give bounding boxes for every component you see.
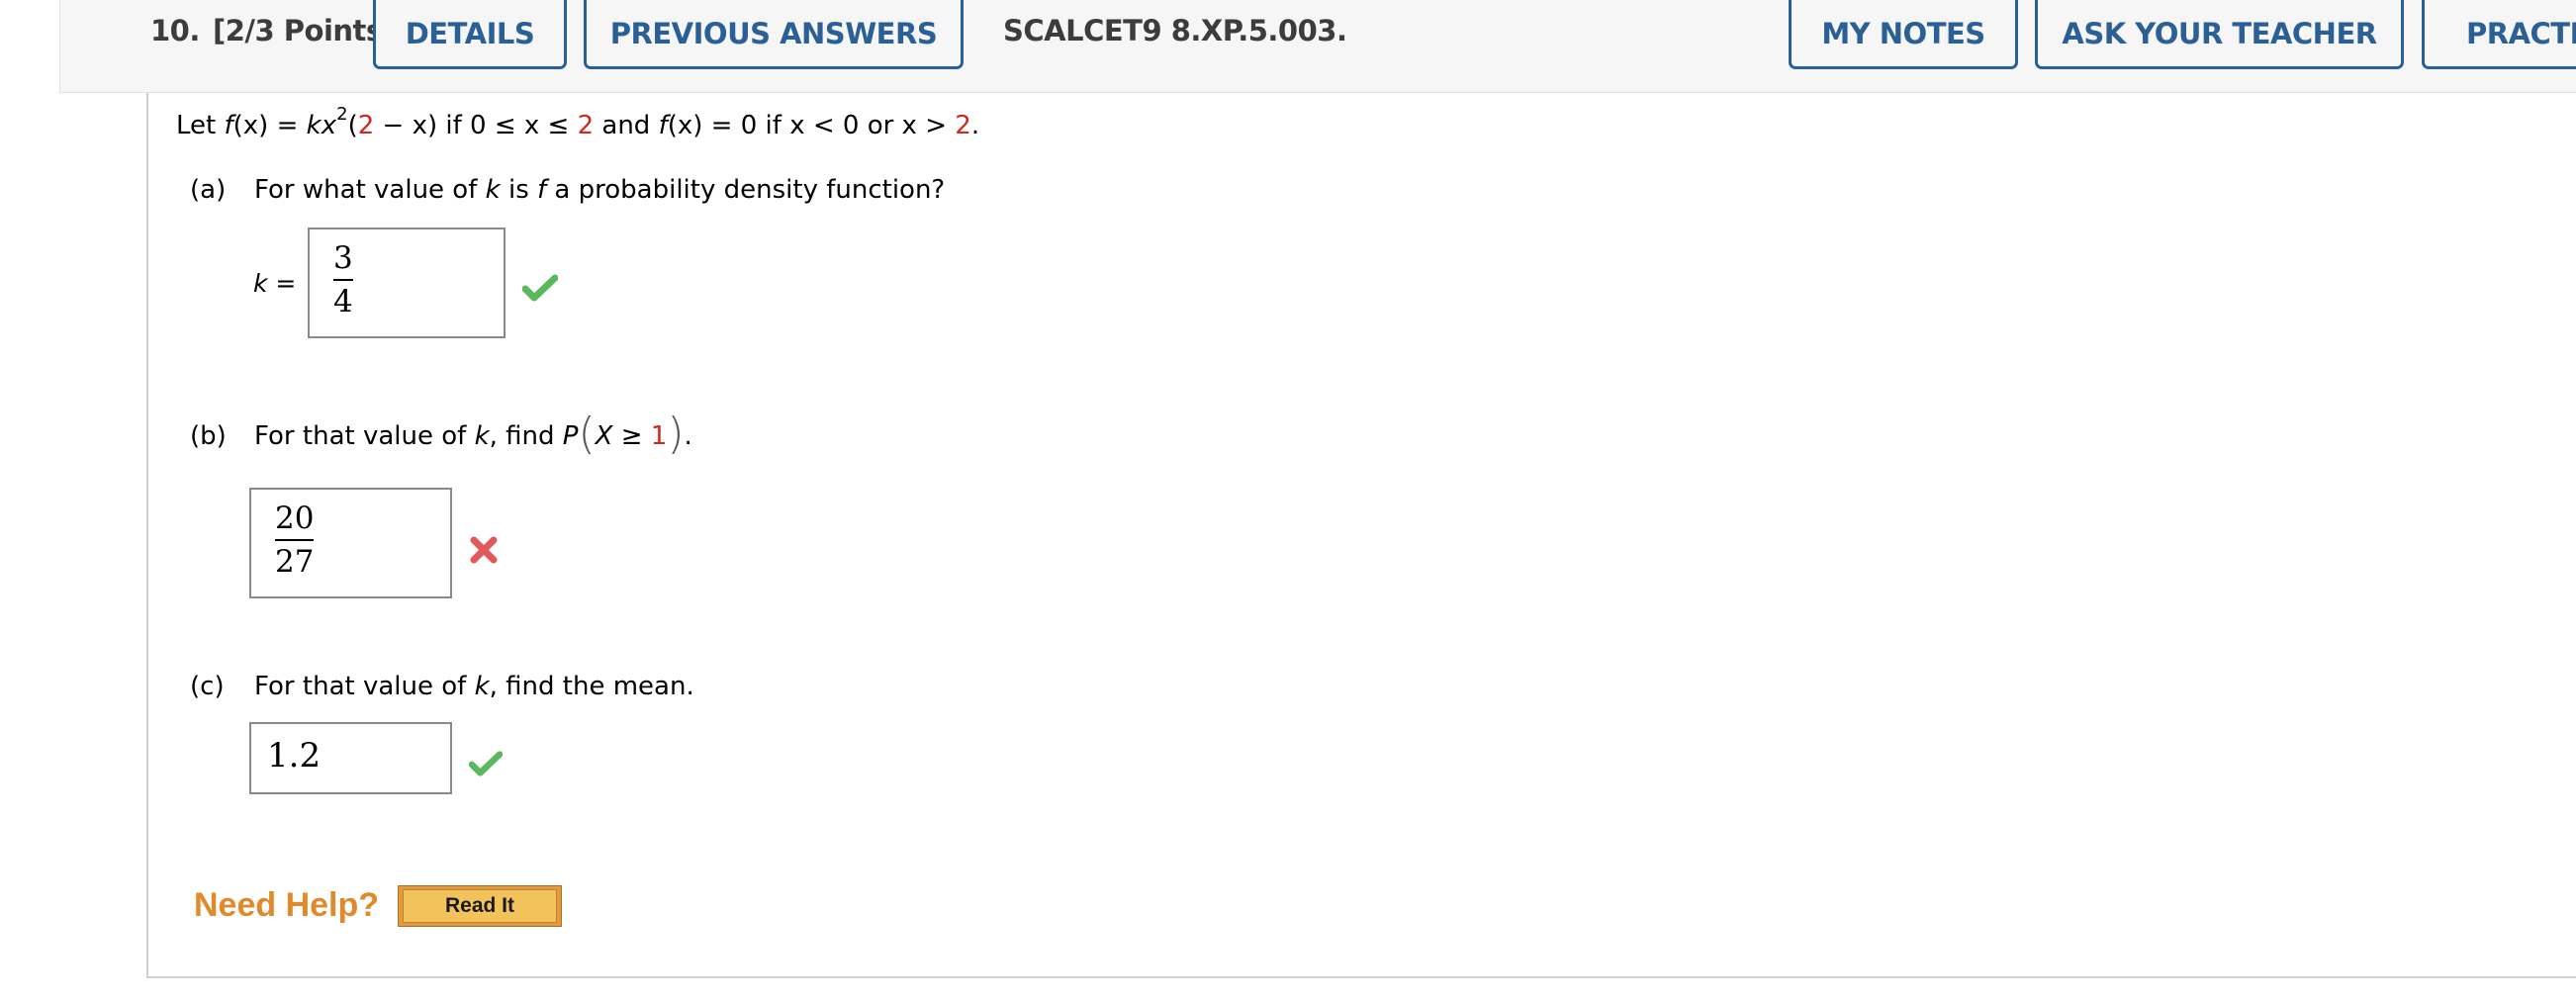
text: k bbox=[474, 421, 490, 451]
text: For that value of bbox=[254, 672, 475, 701]
text: = bbox=[268, 111, 307, 140]
part-c-label: (c) bbox=[190, 672, 225, 701]
text: (x) bbox=[232, 111, 269, 140]
text: ) if 0 ≤ x ≤ bbox=[426, 111, 578, 140]
correct-check-icon bbox=[469, 751, 503, 776]
fraction: 20 27 bbox=[275, 501, 315, 580]
text: X bbox=[595, 421, 613, 451]
text: = 0 if bbox=[702, 111, 790, 140]
need-help-label: Need Help? bbox=[194, 886, 380, 924]
value-highlight: 2 bbox=[577, 111, 595, 140]
part-c-question: For that value of k, find the mean. bbox=[254, 672, 694, 701]
read-it-button[interactable]: Read It bbox=[398, 885, 562, 927]
text: f bbox=[224, 111, 233, 140]
answer-value: 1.2 bbox=[267, 736, 322, 775]
ask-your-teacher-button[interactable]: ASK YOUR TEACHER bbox=[2035, 0, 2404, 69]
details-button[interactable]: DETAILS bbox=[373, 0, 567, 69]
text: For what value of bbox=[254, 175, 486, 205]
text: − x bbox=[374, 111, 427, 140]
text: ≥ bbox=[612, 421, 651, 451]
read-it-label: Read It bbox=[403, 889, 557, 923]
text: is bbox=[500, 175, 538, 205]
question-header: 10. [2/3 Points] DETAILS PREVIOUS ANSWER… bbox=[59, 0, 2576, 93]
text: , find bbox=[489, 421, 563, 451]
previous-answers-button[interactable]: PREVIOUS ANSWERS bbox=[584, 0, 964, 69]
correct-check-icon bbox=[522, 274, 558, 302]
problem-statement: Let f(x) = kx2(2 − x) if 0 ≤ x ≤ 2 and f… bbox=[176, 106, 980, 140]
paren: ) bbox=[667, 409, 685, 459]
text: x < 0 or x > bbox=[789, 111, 956, 140]
fraction: 3 4 bbox=[333, 243, 353, 318]
paren: ( bbox=[578, 409, 596, 459]
denominator: 4 bbox=[333, 284, 353, 319]
text: (x) bbox=[667, 111, 703, 140]
points-label: [2/3 Points] bbox=[213, 14, 396, 47]
k-equals-label: k = bbox=[253, 269, 296, 298]
part-a-question: For what value of k is f a probability d… bbox=[254, 175, 945, 205]
text: For that value of bbox=[254, 421, 475, 451]
value-highlight: 2 bbox=[955, 111, 971, 140]
text: k bbox=[485, 175, 501, 205]
numerator: 3 bbox=[333, 240, 353, 276]
text: f bbox=[658, 111, 668, 140]
text: . bbox=[684, 421, 692, 451]
question-number: 10. bbox=[150, 14, 200, 47]
part-c-answer-input[interactable]: 1.2 bbox=[249, 722, 452, 794]
part-b-answer-input[interactable]: 20 27 bbox=[249, 488, 452, 598]
problem-code: SCALCET9 8.XP.5.003. bbox=[1003, 14, 1347, 47]
text: k bbox=[474, 672, 490, 701]
part-b-label: (b) bbox=[190, 421, 227, 451]
text: Let bbox=[176, 111, 225, 140]
value-highlight: 1 bbox=[650, 421, 668, 451]
text: . bbox=[970, 111, 980, 140]
part-b-question: For that value of k, find P(X ≥ 1). bbox=[254, 412, 692, 456]
part-a-label: (a) bbox=[190, 175, 227, 205]
numerator: 20 bbox=[275, 501, 315, 536]
question-body-frame bbox=[146, 93, 2576, 978]
text: and bbox=[594, 111, 659, 140]
value-highlight: 2 bbox=[357, 111, 375, 140]
text: ( bbox=[347, 111, 358, 140]
my-notes-button[interactable]: MY NOTES bbox=[1789, 0, 2018, 69]
denominator: 27 bbox=[275, 544, 315, 580]
text: a probability density function? bbox=[546, 175, 946, 205]
incorrect-x-icon bbox=[470, 536, 498, 564]
text: kx bbox=[306, 111, 337, 140]
fraction-bar bbox=[333, 279, 353, 281]
exponent: 2 bbox=[336, 104, 348, 126]
text: k = bbox=[253, 269, 297, 298]
practice-another-button[interactable]: PRACTICE ANOTHER bbox=[2422, 0, 2576, 69]
text: f bbox=[537, 175, 547, 205]
text: , find the mean. bbox=[489, 672, 694, 701]
part-a-answer-input[interactable]: 3 4 bbox=[308, 228, 506, 338]
text: P bbox=[562, 421, 579, 451]
fraction-bar bbox=[275, 539, 315, 541]
